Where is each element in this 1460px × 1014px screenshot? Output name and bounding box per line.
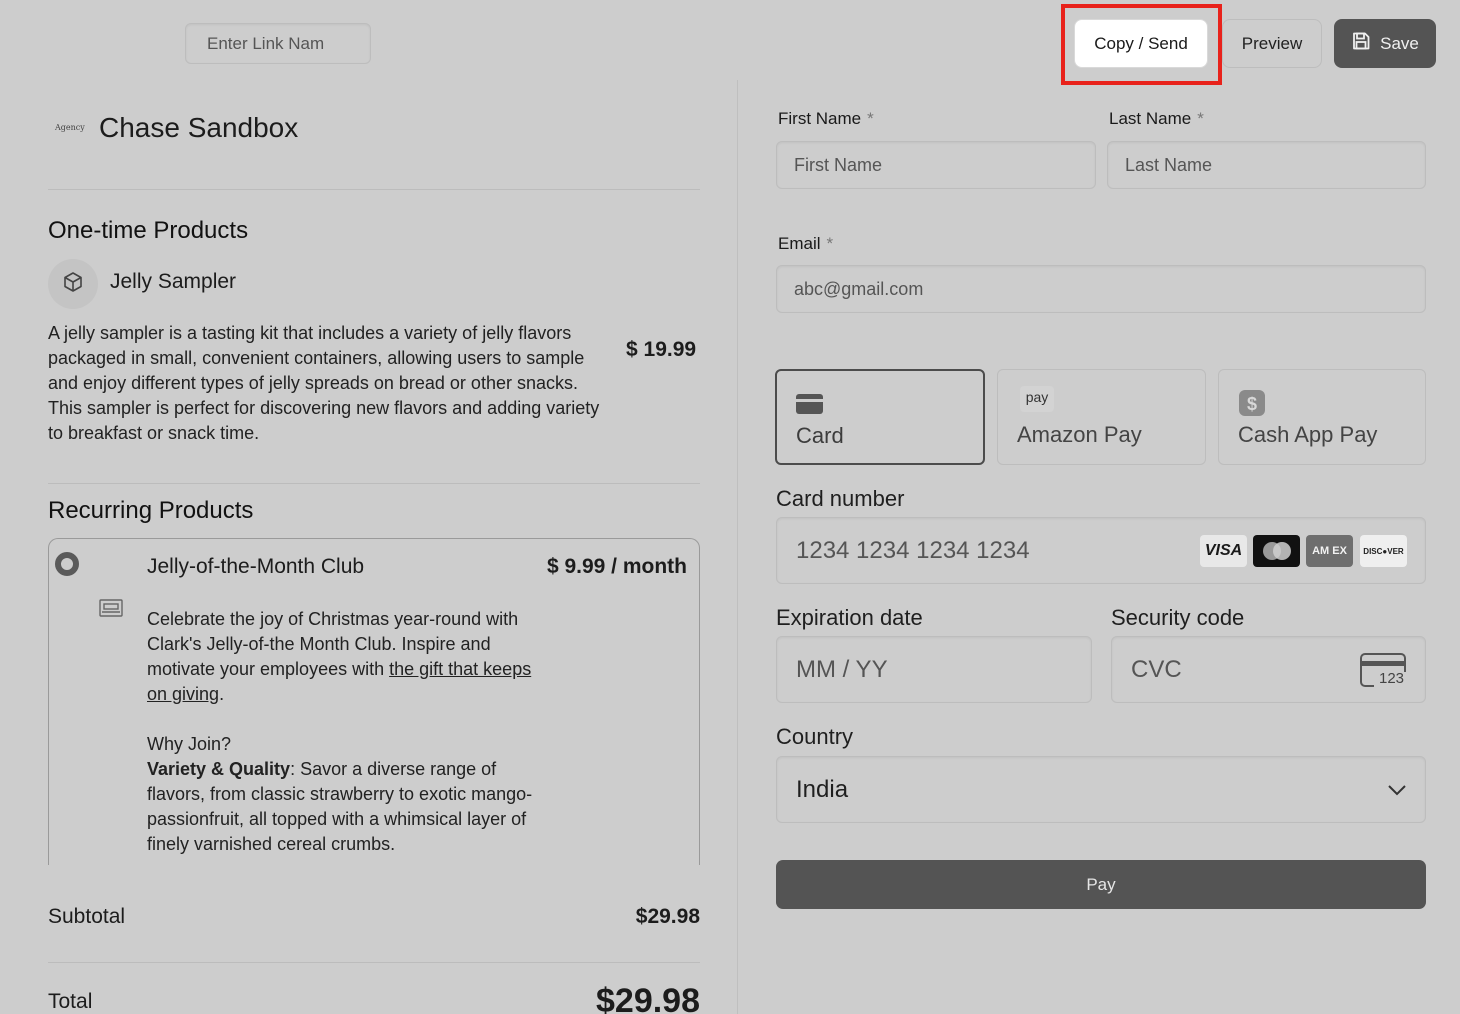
expiration-placeholder: MM / YY — [796, 655, 888, 683]
total-value: $29.98 — [596, 982, 700, 1014]
card-number-placeholder: 1234 1234 1234 1234 — [796, 536, 1030, 564]
preview-button[interactable]: Preview — [1222, 19, 1322, 68]
email-label: Email * — [778, 234, 833, 254]
save-button[interactable]: Save — [1334, 19, 1436, 68]
recurring-products-title: Recurring Products — [48, 497, 254, 524]
description-end: . — [219, 684, 225, 704]
cvc-icon-text: 123 — [1379, 670, 1405, 687]
pay-button[interactable]: Pay — [776, 860, 1426, 909]
payment-tab-card-label: Card — [796, 423, 844, 448]
last-name-label: Last Name * — [1109, 109, 1204, 129]
product-radio[interactable] — [55, 552, 79, 576]
variety-heading: Variety & Quality — [147, 759, 291, 779]
svg-text:$: $ — [1247, 394, 1257, 414]
required-mark: * — [867, 109, 874, 128]
expiration-label: Expiration date — [776, 605, 923, 630]
email-label-text: Email — [778, 234, 821, 253]
divider — [48, 189, 700, 190]
image-placeholder-icon — [99, 599, 123, 622]
box-icon — [61, 270, 85, 299]
cvc-card-icon: 123 — [1360, 653, 1408, 694]
subtotal-value: $29.98 — [635, 905, 700, 928]
product-icon-container — [48, 259, 98, 309]
payment-tab-cash-app-label: Cash App Pay — [1238, 422, 1378, 447]
link-name-input[interactable]: Enter Link Nam — [185, 23, 371, 64]
required-mark: * — [826, 234, 834, 253]
recurring-product-price: $ 9.99 / month — [546, 555, 687, 578]
divider — [48, 962, 700, 963]
last-name-input[interactable]: Last Name — [1107, 141, 1426, 189]
chevron-down-icon — [1387, 783, 1407, 801]
first-name-placeholder: First Name — [794, 154, 883, 175]
first-name-input[interactable]: First Name — [776, 141, 1096, 189]
required-mark: * — [1197, 109, 1204, 128]
payment-tab-card[interactable]: Card — [775, 369, 985, 465]
one-time-products-title: One-time Products — [48, 217, 249, 244]
mastercard-icon — [1253, 535, 1300, 567]
cash-app-icon: $ — [1239, 390, 1265, 421]
visa-icon: VISA — [1200, 535, 1247, 567]
country-label: Country — [776, 724, 854, 749]
store-logo: Agency — [55, 123, 85, 132]
divider — [48, 483, 700, 484]
security-code-label: Security code — [1111, 605, 1245, 630]
product-name: Jelly Sampler — [110, 270, 237, 293]
first-name-label-text: First Name — [778, 109, 862, 128]
country-value: India — [796, 775, 849, 803]
store-name: Chase Sandbox — [99, 112, 299, 143]
recurring-product-card[interactable]: Jelly-of-the-Month Club $ 9.99 / month C… — [48, 538, 700, 865]
why-join-heading: Why Join? — [147, 734, 232, 754]
product-description: A jelly sampler is a tasting kit that in… — [48, 323, 600, 443]
subtotal-label: Subtotal — [48, 905, 126, 928]
recurring-product-description: Celebrate the joy of Christmas year-roun… — [147, 607, 547, 857]
recurring-product-name: Jelly-of-the-Month Club — [147, 555, 365, 578]
copy-send-button[interactable]: Copy / Send — [1074, 19, 1208, 68]
email-placeholder: abc@gmail.com — [794, 278, 924, 299]
email-input[interactable]: abc@gmail.com — [776, 265, 1426, 313]
security-code-placeholder: CVC — [1131, 655, 1182, 683]
credit-card-icon — [796, 394, 823, 419]
product-price: $ 19.99 — [626, 338, 697, 361]
payment-tab-cash-app[interactable]: $ Cash App Pay — [1218, 369, 1426, 465]
expiration-input[interactable]: MM / YY — [776, 636, 1092, 703]
first-name-label: First Name * — [778, 109, 874, 129]
card-number-label: Card number — [776, 486, 905, 511]
last-name-placeholder: Last Name — [1125, 154, 1213, 175]
panel-divider — [737, 80, 738, 1014]
save-label: Save — [1380, 33, 1419, 53]
total-label: Total — [48, 990, 93, 1013]
payment-tab-amazon-pay-label: Amazon Pay — [1017, 422, 1142, 447]
save-icon — [1351, 31, 1371, 56]
amex-icon: AM EX — [1306, 535, 1353, 567]
link-name-placeholder: Enter Link Nam — [207, 33, 325, 53]
discover-icon: DISC●VER — [1360, 535, 1407, 567]
amazon-pay-icon: pay — [1020, 386, 1054, 412]
payment-tab-amazon-pay[interactable]: pay Amazon Pay — [997, 369, 1206, 465]
country-select[interactable]: India — [776, 756, 1426, 823]
last-name-label-text: Last Name — [1109, 109, 1192, 128]
